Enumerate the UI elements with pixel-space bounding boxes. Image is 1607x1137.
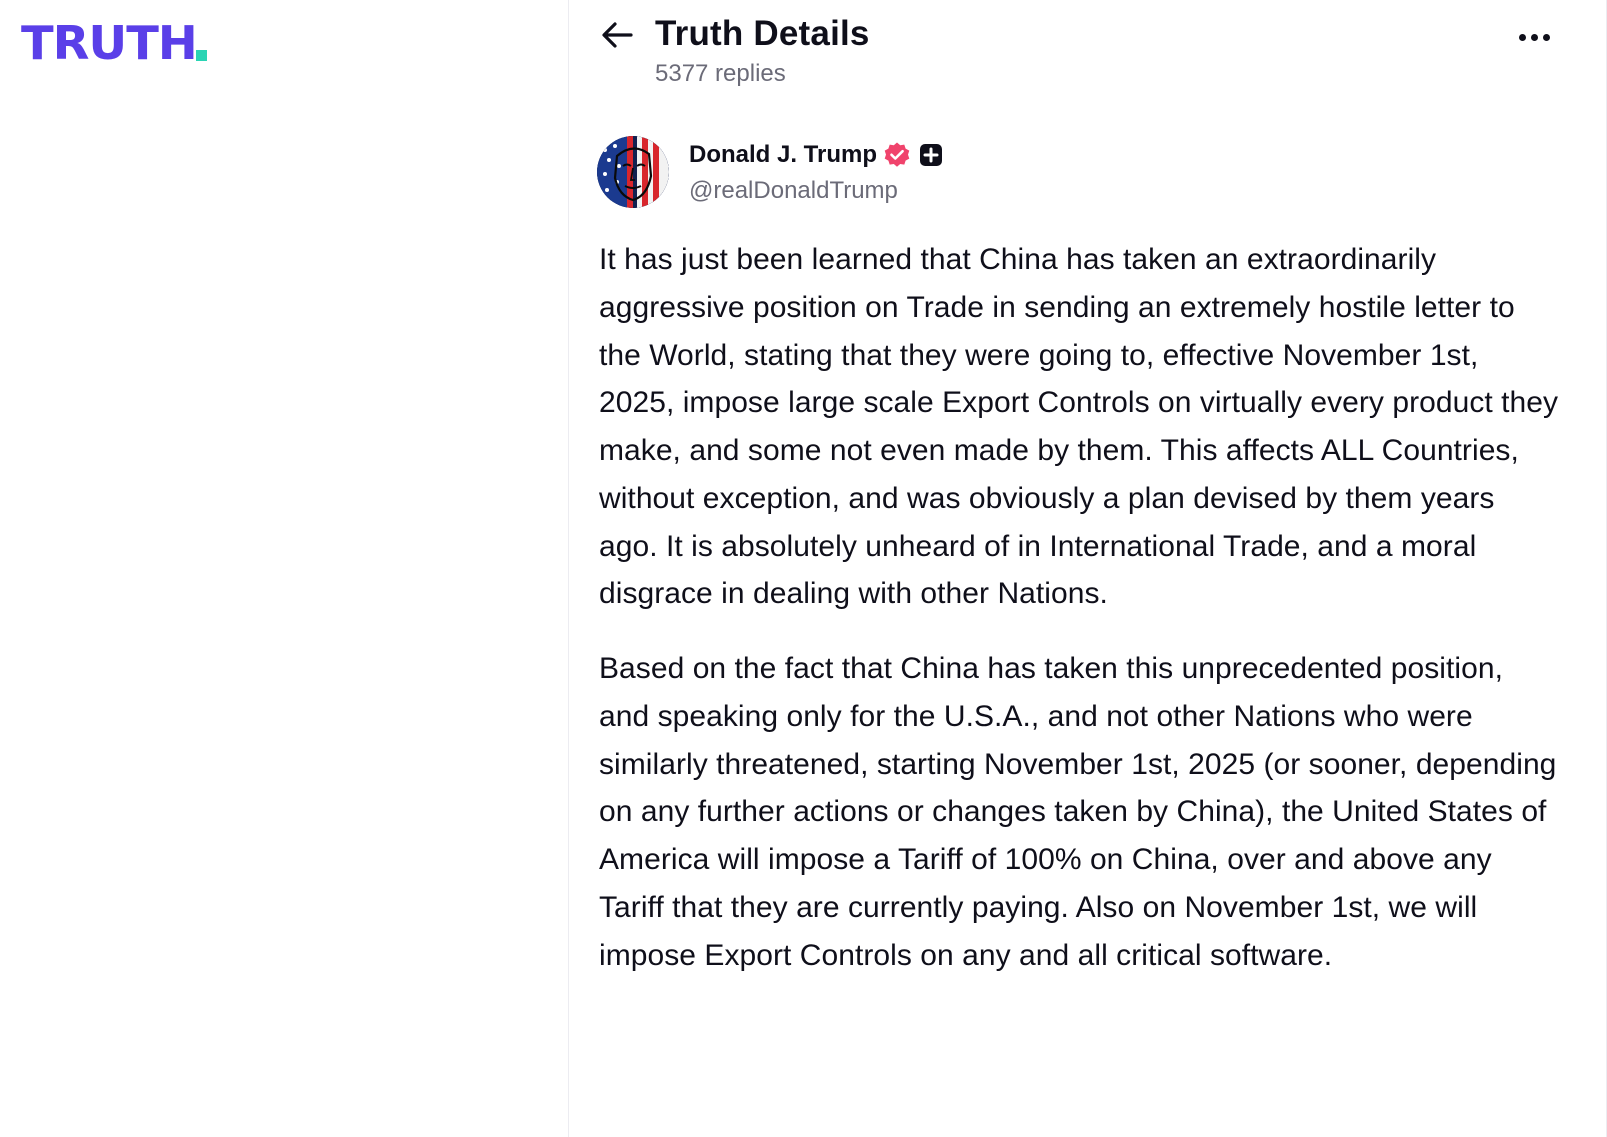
post-paragraph: It has just been learned that China has …	[599, 243, 1559, 611]
avatar[interactable]	[597, 136, 669, 208]
page-title: Truth Details	[655, 14, 870, 53]
logo-wordmark: TRUTH	[21, 16, 198, 70]
more-options-button[interactable]	[1514, 22, 1554, 52]
post-paragraph: Based on the fact that China has taken t…	[599, 652, 1557, 972]
avatar-image	[597, 136, 669, 208]
author-display-name[interactable]: Donald J. Trump	[689, 140, 877, 170]
more-horizontal-icon	[1542, 33, 1550, 41]
post-author: Donald J. Trump @realDonaldTrump	[597, 134, 1576, 210]
truth-logo[interactable]: TRUTH	[21, 14, 208, 70]
more-horizontal-icon	[1530, 33, 1538, 41]
reply-count: 5377 replies	[655, 60, 786, 87]
page-header: Truth Details 5377 replies	[569, 0, 1606, 110]
back-button[interactable]	[599, 17, 635, 53]
author-name-row: Donald J. Trump	[689, 140, 943, 170]
arrow-left-icon	[602, 22, 633, 48]
left-rail: TRUTH	[0, 0, 568, 1137]
logo-dot	[196, 50, 208, 61]
verified-badge-icon	[883, 141, 911, 169]
truth-plus-icon	[919, 143, 943, 167]
main-column: Truth Details 5377 replies Donald J. Tru…	[568, 0, 1607, 1137]
more-horizontal-icon	[1518, 33, 1526, 41]
post-body: It has just been learned that China has …	[599, 236, 1559, 1006]
author-handle[interactable]: @realDonaldTrump	[689, 176, 898, 206]
